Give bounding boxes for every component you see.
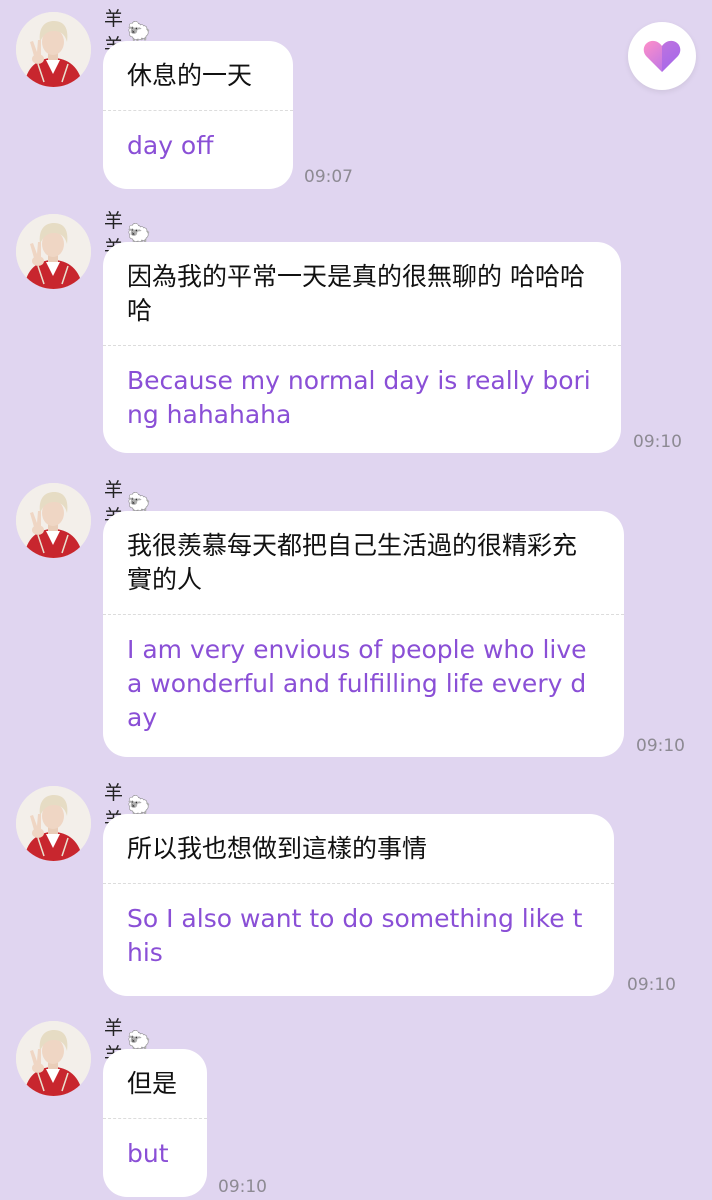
translation-text: So I also want to do something like this [127, 904, 583, 967]
original-text: 我很羨慕每天都把自己生活過的很精彩充實的人 [127, 531, 578, 594]
favorite-button[interactable] [628, 22, 696, 90]
avatar-image [16, 214, 91, 289]
timestamp: 09:10 [627, 975, 676, 995]
avatar[interactable] [16, 786, 91, 861]
timestamp: 09:07 [304, 167, 353, 187]
sheep-emoji-icon: 🐑 [127, 20, 151, 43]
timestamp: 09:10 [633, 432, 682, 452]
original-text: 休息的一天 [127, 61, 253, 90]
avatar[interactable] [16, 1021, 91, 1096]
translation-text: but [127, 1139, 169, 1168]
original-text: 所以我也想做到這樣的事情 [127, 834, 428, 863]
message-bubble[interactable]: 所以我也想做到這樣的事情 So I also want to do someth… [103, 814, 614, 996]
message-bubble[interactable]: 休息的一天 day off [103, 41, 293, 189]
heart-icon [643, 40, 681, 72]
message-bubble[interactable]: 因為我的平常一天是真的很無聊的 哈哈哈哈 Because my normal d… [103, 242, 621, 453]
message-bubble[interactable]: 但是 but [103, 1049, 207, 1197]
avatar-image [16, 1021, 91, 1096]
timestamp: 09:10 [636, 736, 685, 756]
avatar[interactable] [16, 214, 91, 289]
avatar-image [16, 483, 91, 558]
original-text: 因為我的平常一天是真的很無聊的 哈哈哈哈 [127, 262, 585, 325]
translation-text: I am very envious of people who live a w… [127, 635, 587, 732]
translation-text: Because my normal day is really boring h… [127, 366, 591, 429]
avatar[interactable] [16, 483, 91, 558]
message-bubble[interactable]: 我很羨慕每天都把自己生活過的很精彩充實的人 I am very envious … [103, 511, 624, 757]
avatar-image [16, 12, 91, 87]
avatar-image [16, 786, 91, 861]
timestamp: 09:10 [218, 1177, 267, 1197]
original-text: 但是 [127, 1069, 178, 1098]
translation-text: day off [127, 131, 214, 160]
avatar[interactable] [16, 12, 91, 87]
